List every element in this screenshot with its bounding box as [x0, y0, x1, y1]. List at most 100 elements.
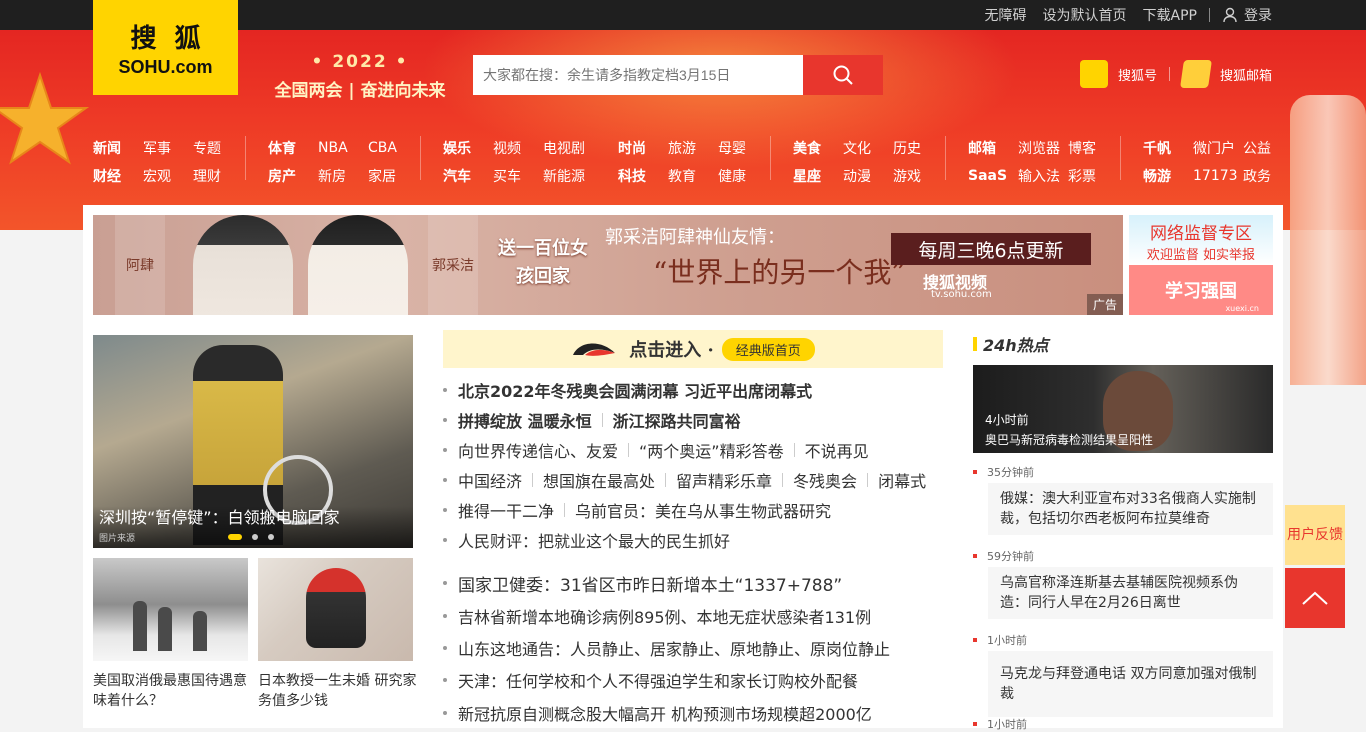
hot-photo-caption[interactable]: 奥巴马新冠病毒检测结果呈阳性 — [985, 431, 1153, 448]
sohu-logo[interactable]: 搜狐 SOHU.com — [93, 0, 238, 95]
nav-item[interactable]: 科技 — [618, 166, 668, 186]
nav-item[interactable]: 专题 — [193, 138, 243, 158]
nav-item[interactable]: 政务 — [1243, 166, 1293, 186]
nav-item[interactable]: 时尚 — [618, 138, 668, 158]
nav-item[interactable]: 娱乐 — [443, 138, 493, 158]
nav-item[interactable]: 体育 — [268, 138, 318, 158]
two-sessions-slogan[interactable]: • 2022 • 全国两会 | 奋进向未来 — [270, 52, 450, 101]
slider-dot[interactable] — [268, 534, 274, 540]
logo-chinese: 搜狐 — [130, 23, 219, 54]
nav-item[interactable]: 17173 — [1193, 168, 1243, 184]
slider-dot[interactable] — [252, 534, 258, 540]
nav-item[interactable]: 旅游 — [668, 138, 718, 158]
feedback-button[interactable]: 用户反馈 — [1285, 505, 1345, 565]
nav-item[interactable]: 买车 — [493, 166, 543, 186]
nav-item[interactable]: 公益 — [1243, 138, 1293, 158]
nav-item[interactable]: 健康 — [718, 166, 768, 186]
nav-item[interactable]: 输入法 — [1018, 166, 1068, 186]
hot-item-link[interactable]: 乌高官称泽连斯基去基辅医院视频系伪造：同行人早在2月26日离世 — [988, 567, 1273, 619]
news-link[interactable]: 乌前官员：美在乌从事生物武器研究 — [575, 498, 831, 522]
side-ad[interactable]: 网络监督专区 欢迎监督 如实举报 学习强国 xuexi.cn — [1129, 215, 1273, 315]
nav-item[interactable]: NBA — [318, 140, 368, 156]
thumb-image-snow[interactable] — [93, 558, 248, 661]
news-link[interactable]: 想国旗在最高处 — [543, 468, 655, 492]
nav-item[interactable]: 历史 — [893, 138, 943, 158]
hot-item-link[interactable]: 俄媒：澳大利亚宣布对33名俄商人实施制裁，包括切尔西老板阿布拉莫维奇 — [988, 483, 1273, 535]
nav-item[interactable]: 财经 — [93, 166, 143, 186]
nav-item[interactable]: 星座 — [793, 166, 843, 186]
nav-item[interactable]: 畅游 — [1143, 166, 1193, 186]
bullet — [443, 678, 447, 682]
login-link[interactable]: 登录 — [1222, 5, 1272, 25]
nav-item[interactable]: 宏观 — [143, 166, 193, 186]
nav-item[interactable]: 微门户 — [1193, 138, 1243, 158]
nav-item[interactable]: 军事 — [143, 138, 193, 158]
back-to-top-button[interactable] — [1285, 568, 1345, 628]
nav-item[interactable]: 教育 — [668, 166, 718, 186]
nav-item[interactable]: 博客 — [1068, 138, 1118, 158]
xuexi-ad[interactable]: 学习强国 xuexi.cn — [1129, 265, 1273, 315]
search-input[interactable] — [473, 55, 803, 95]
nav-item[interactable]: 浏览器 — [1018, 138, 1068, 158]
news-link[interactable]: 冬残奥会 — [793, 468, 857, 492]
news-link[interactable]: 吉林省新增本地确诊病例895例、本地无症状感染者131例 — [458, 604, 871, 628]
banner-quote: “世界上的另一个我” — [653, 256, 906, 289]
nav-item[interactable]: 新能源 — [543, 166, 593, 186]
time-label: 35分钟前 — [987, 466, 1034, 479]
news-link[interactable]: 向世界传递信心、友爱 — [458, 438, 618, 462]
news-link[interactable]: “两个奥运”精彩答卷 — [639, 438, 784, 462]
ad-label: 广告 — [1086, 294, 1123, 315]
nav-item[interactable]: CBA — [368, 140, 418, 156]
thumb-caption[interactable]: 日本教授一生未婚 研究家务值多少钱 — [258, 671, 418, 711]
news-link[interactable]: 山东这地通告：人员静止、居家静止、原地静止、原岗位静止 — [458, 636, 890, 660]
news-link[interactable]: 天津：任何学校和个人不得强迫学生和家长订购校外配餐 — [458, 668, 858, 692]
nav-item[interactable]: 新闻 — [93, 138, 143, 158]
thumb-image-professor[interactable] — [258, 558, 413, 661]
news-link[interactable]: 拼搏绽放 温暖永恒 — [458, 408, 592, 432]
nav-item[interactable]: SaaS — [968, 168, 1018, 184]
classic-homepage-button[interactable]: 经典版首页 — [721, 337, 815, 361]
sohuhao-link[interactable]: 搜狐号 — [1118, 65, 1157, 84]
news-link[interactable]: 留声精彩乐章 — [676, 468, 772, 492]
set-homepage-link[interactable]: 设为默认首页 — [1043, 5, 1127, 25]
thumb-caption[interactable]: 美国取消俄最惠国待遇意味着什么？ — [93, 671, 253, 711]
news-link[interactable]: 闭幕式 — [878, 468, 926, 492]
bullet — [443, 508, 447, 512]
news-link[interactable]: 新冠抗原自测概念股大幅高开 机构预测市场规模超2000亿 — [458, 701, 872, 725]
nav-item[interactable]: 千帆 — [1143, 138, 1193, 158]
news-link[interactable]: 人民财评：把就业这个最大的民生抓好 — [458, 528, 730, 552]
news-link[interactable]: 国家卫健委：31省区市昨日新增本土“1337+788” — [458, 571, 842, 596]
nav-item[interactable]: 电视剧 — [543, 138, 593, 158]
nav-item[interactable]: 动漫 — [843, 166, 893, 186]
nav-item[interactable]: 视频 — [493, 138, 543, 158]
nav-item[interactable]: 彩票 — [1068, 166, 1118, 186]
news-link[interactable]: 推得一干二净 — [458, 498, 554, 522]
news-link[interactable]: 不说再见 — [805, 438, 869, 462]
nav-item[interactable]: 游戏 — [893, 166, 943, 186]
classic-homepage-entry[interactable]: 点击进入 · 经典版首页 — [443, 330, 943, 368]
focus-slider[interactable]: 深圳按“暂停键”：白领搬电脑回家 图片来源 — [93, 335, 413, 548]
nav-item[interactable]: 文化 — [843, 138, 893, 158]
nav-item[interactable]: 邮箱 — [968, 138, 1018, 158]
nav-item[interactable]: 汽车 — [443, 166, 493, 186]
nav-item[interactable]: 家居 — [368, 166, 418, 186]
news-link[interactable]: 浙江探路共同富裕 — [613, 408, 741, 432]
accessibility-link[interactable]: 无障碍 — [985, 5, 1027, 25]
hot-photo[interactable]: 4小时前 奥巴马新冠病毒检测结果呈阳性 — [973, 365, 1273, 453]
hot-item-link[interactable]: 马克龙与拜登通电话 双方同意加强对俄制裁 — [988, 651, 1273, 717]
news-link[interactable]: 北京2022年冬残奥会圆满闭幕 习近平出席闭幕式 — [458, 378, 812, 402]
search-button[interactable] — [803, 55, 883, 95]
nav-item[interactable]: 新房 — [318, 166, 368, 186]
nav-item[interactable]: 美食 — [793, 138, 843, 158]
slider-dot-active[interactable] — [228, 534, 242, 540]
nav-item[interactable]: 母婴 — [718, 138, 768, 158]
slider-caption[interactable]: 深圳按“暂停键”：白领搬电脑回家 — [99, 504, 340, 528]
mail-link[interactable]: 搜狐邮箱 — [1220, 65, 1272, 84]
nav-item[interactable]: 房产 — [268, 166, 318, 186]
download-app-link[interactable]: 下载APP — [1143, 5, 1197, 25]
nav-item[interactable]: 理财 — [193, 166, 243, 186]
news-link[interactable]: 中国经济 — [458, 468, 522, 492]
hot-item-time: 1小时前 — [973, 717, 1273, 731]
report-zone[interactable]: 网络监督专区 欢迎监督 如实举报 — [1129, 215, 1273, 265]
banner-ad[interactable]: 阿肆 郭采洁 送一百位女孩回家 郭采洁阿肆神仙友情： “世界上的另一个我” 每周… — [93, 215, 1123, 315]
